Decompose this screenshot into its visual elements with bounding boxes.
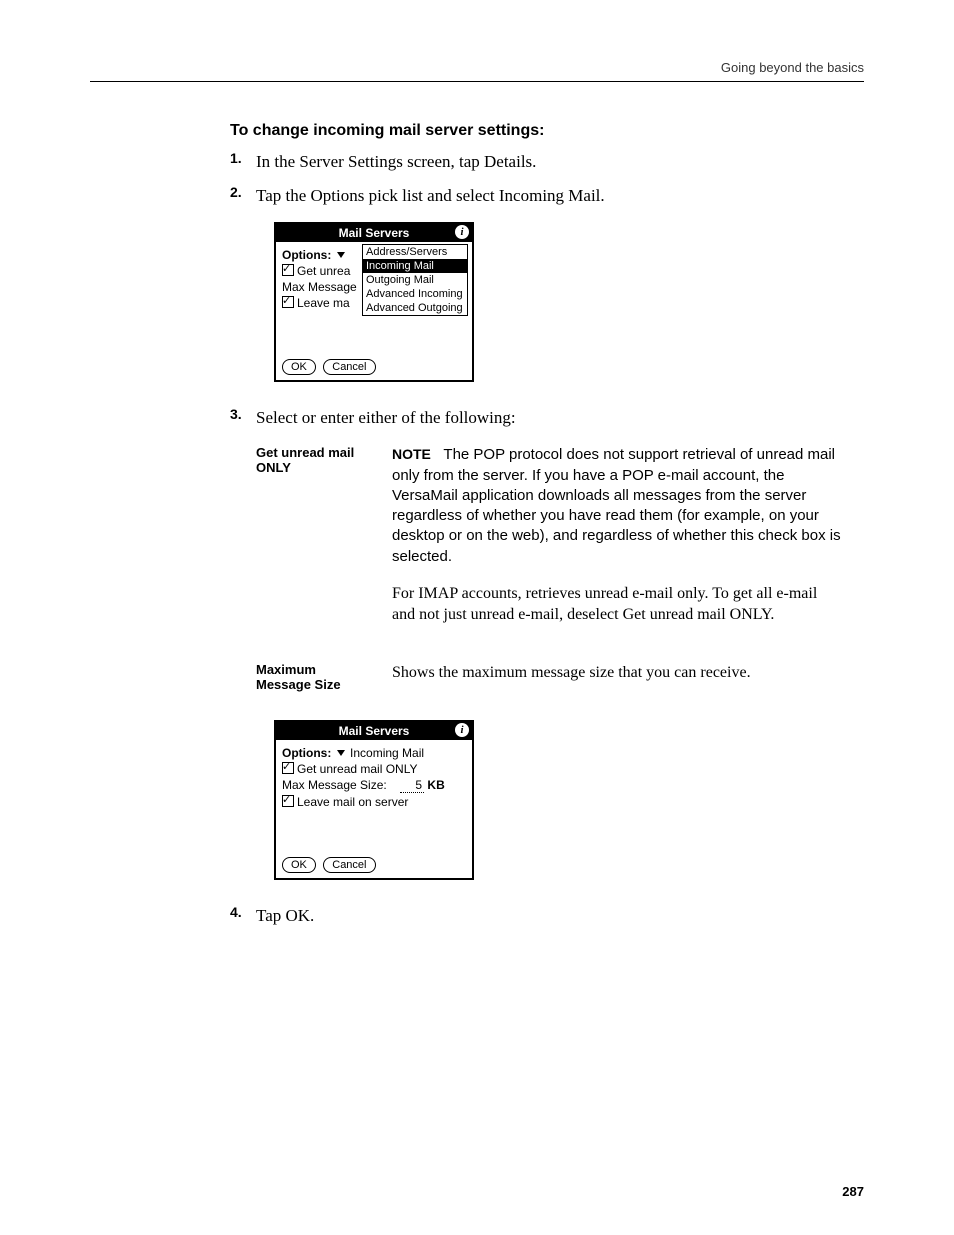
info-icon[interactable]: i	[455, 723, 469, 737]
step-4-text: Tap OK.	[256, 904, 314, 928]
max-size-input[interactable]: 5	[400, 778, 424, 793]
step-1: 1. In the Server Settings screen, tap De…	[230, 150, 844, 174]
info-icon[interactable]: i	[455, 225, 469, 239]
dropdown-arrow-icon[interactable]	[337, 252, 345, 258]
cancel-button[interactable]: Cancel	[323, 359, 375, 375]
def-get-unread-body2: For IMAP accounts, retrieves unread e-ma…	[392, 583, 844, 626]
running-head: Going beyond the basics	[90, 60, 864, 82]
dropdown-arrow-icon[interactable]	[337, 750, 345, 756]
step-1-num: 1.	[230, 150, 256, 174]
palm1-leave: Leave ma	[297, 296, 350, 310]
palm1-title-text: Mail Servers	[339, 226, 410, 240]
palm2-titlebar: Mail Servers i	[276, 722, 472, 740]
step-2-num: 2.	[230, 184, 256, 208]
note-body: The POP protocol does not support retrie…	[392, 446, 841, 564]
def-max-size-body: Shows the maximum message size that you …	[392, 662, 844, 684]
step-4-num: 4.	[230, 904, 256, 928]
step-3-text: Select or enter either of the following:	[256, 406, 516, 430]
palm-window-1: Mail Servers i Options: Get unrea Max Me…	[274, 222, 474, 382]
step-4: 4. Tap OK.	[230, 904, 844, 928]
ok-button[interactable]: OK	[282, 857, 316, 873]
dropdown-item-incoming[interactable]: Incoming Mail	[363, 259, 467, 273]
palm1-get-unread: Get unrea	[297, 264, 350, 278]
step-3: 3. Select or enter either of the followi…	[230, 406, 844, 430]
palm1-max-msg: Max Message	[282, 280, 357, 294]
palm2-options-value[interactable]: Incoming Mail	[350, 746, 424, 760]
dropdown-item-adv-incoming[interactable]: Advanced Incoming	[363, 287, 467, 301]
palm2-max-label: Max Message Size:	[282, 778, 387, 792]
palm2-get-unread: Get unread mail ONLY	[297, 762, 418, 776]
checkbox-icon[interactable]	[282, 264, 294, 276]
dropdown-item-adv-outgoing[interactable]: Advanced Outgoing	[363, 301, 467, 315]
step-2: 2. Tap the Options pick list and select …	[230, 184, 844, 208]
palm2-options-label: Options:	[282, 746, 331, 760]
palm2-max-unit: KB	[427, 778, 444, 792]
palm-window-2: Mail Servers i Options: Incoming Mail Ge…	[274, 720, 474, 880]
step-2-text: Tap the Options pick list and select Inc…	[256, 184, 605, 208]
def-get-unread-term: Get unread mail ONLY	[256, 445, 374, 642]
step-1-text: In the Server Settings screen, tap Detai…	[256, 150, 536, 174]
cancel-button[interactable]: Cancel	[323, 857, 375, 873]
screenshot-2: Mail Servers i Options: Incoming Mail Ge…	[274, 720, 844, 880]
def-get-unread: Get unread mail ONLY NOTE The POP protoc…	[256, 445, 844, 642]
def-max-size: Maximum Message Size Shows the maximum m…	[256, 662, 844, 700]
dropdown-item-address[interactable]: Address/Servers	[363, 245, 467, 259]
palm2-leave: Leave mail on server	[297, 795, 408, 809]
step-3-num: 3.	[230, 406, 256, 430]
options-dropdown[interactable]: Address/Servers Incoming Mail Outgoing M…	[362, 244, 468, 316]
palm2-title-text: Mail Servers	[339, 724, 410, 738]
def-max-size-term: Maximum Message Size	[256, 662, 374, 700]
dropdown-item-outgoing[interactable]: Outgoing Mail	[363, 273, 467, 287]
palm1-titlebar: Mail Servers i	[276, 224, 472, 242]
page-number: 287	[842, 1184, 864, 1199]
section-title: To change incoming mail server settings:	[230, 122, 844, 140]
checkbox-get-unread[interactable]	[282, 762, 294, 774]
ok-button[interactable]: OK	[282, 359, 316, 375]
palm1-options-label: Options:	[282, 248, 331, 262]
checkbox-leave-mail[interactable]	[282, 795, 294, 807]
note-label: NOTE	[392, 446, 431, 462]
screenshot-1: Mail Servers i Options: Get unrea Max Me…	[274, 222, 844, 382]
checkbox-icon[interactable]	[282, 296, 294, 308]
